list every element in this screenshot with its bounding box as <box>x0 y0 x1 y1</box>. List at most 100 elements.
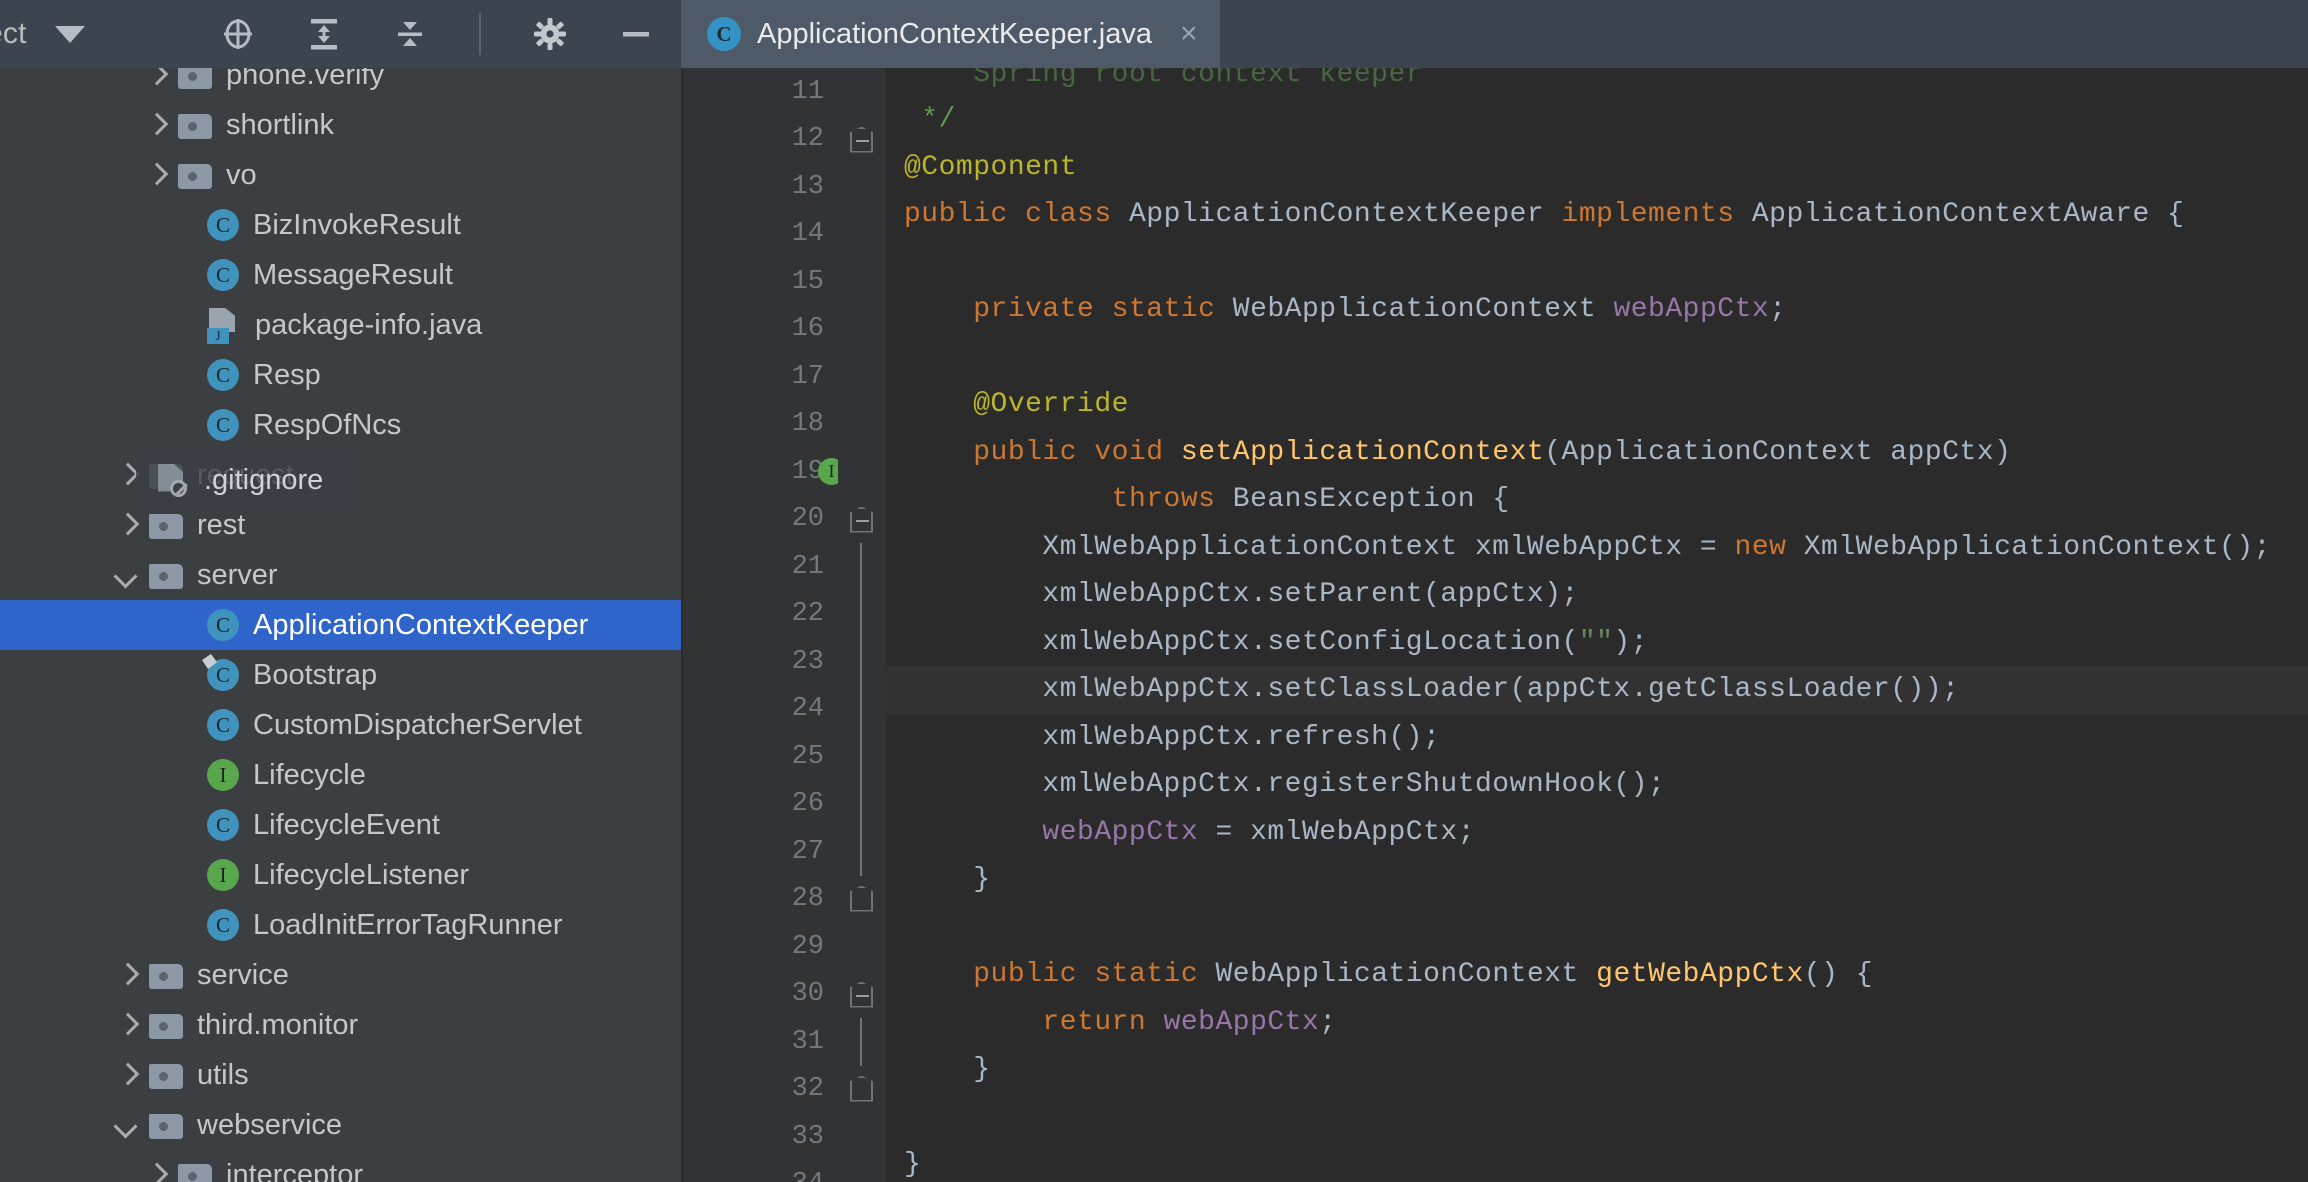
chevron-right-icon[interactable] <box>113 1062 139 1088</box>
tree-item[interactable]: C BizInvokeResult <box>0 200 681 250</box>
code-line[interactable]: throws BeansException { <box>886 476 2308 524</box>
fold-cell[interactable] <box>838 590 886 638</box>
fold-cell[interactable] <box>838 258 886 306</box>
project-tree[interactable]: phone.verify shortlink vo C BizInvokeResult C… <box>0 68 681 1182</box>
code-line[interactable]: return webAppCtx; <box>886 999 2308 1047</box>
fold-cell[interactable] <box>838 353 886 401</box>
tree-item[interactable]: service <box>0 950 681 1000</box>
close-icon[interactable]: × <box>1180 19 1198 49</box>
fold-cell[interactable] <box>838 780 886 828</box>
code-line[interactable]: public void setApplicationContext(Applic… <box>886 429 2308 477</box>
fold-collapse-icon[interactable] <box>850 126 873 153</box>
chevron-down-icon[interactable] <box>113 1112 139 1138</box>
fold-cell[interactable] <box>838 876 886 924</box>
tree-item[interactable]: C Bootstrap <box>0 650 681 700</box>
code-line[interactable]: xmlWebAppCtx.refresh(); <box>886 714 2308 762</box>
fold-cell[interactable] <box>838 1066 886 1114</box>
tree-item[interactable]: C CustomDispatcherServlet <box>0 700 681 750</box>
tree-item[interactable]: third.monitor <box>0 1000 681 1050</box>
fold-collapse-icon[interactable] <box>850 506 873 533</box>
chevron-right-icon[interactable] <box>142 68 168 88</box>
tree-item[interactable]: C MessageResult <box>0 250 681 300</box>
minimize-icon[interactable] <box>615 13 657 55</box>
chevron-right-icon[interactable] <box>142 162 168 188</box>
fold-cell[interactable] <box>838 448 886 496</box>
fold-region-end-icon[interactable] <box>850 1075 873 1102</box>
code-line[interactable]: @Override <box>886 381 2308 429</box>
locate-target-icon[interactable] <box>217 13 259 55</box>
fold-cell[interactable] <box>838 116 886 164</box>
code-line[interactable]: public static WebApplicationContext getW… <box>886 951 2308 999</box>
fold-cell[interactable] <box>838 923 886 971</box>
fold-cell[interactable] <box>838 685 886 733</box>
chevron-right-icon[interactable] <box>113 962 139 988</box>
fold-cell[interactable] <box>838 828 886 876</box>
fold-cell[interactable] <box>838 496 886 544</box>
chevron-right-icon[interactable] <box>142 1162 168 1182</box>
tree-item[interactable]: server <box>0 550 681 600</box>
tree-item[interactable]: I LifecycleListener <box>0 850 681 900</box>
fold-cell[interactable] <box>838 543 886 591</box>
tree-item[interactable]: C Resp <box>0 350 681 400</box>
editor-tab-active[interactable]: C ApplicationContextKeeper.java × <box>681 0 1220 68</box>
code-line[interactable] <box>886 239 2308 287</box>
code-line[interactable]: } <box>886 1141 2308 1182</box>
editor-scrollbar[interactable] <box>2298 68 2308 1182</box>
code-line[interactable]: } <box>886 1046 2308 1094</box>
expand-all-icon[interactable] <box>303 13 345 55</box>
fold-collapse-icon[interactable] <box>850 981 873 1008</box>
chevron-right-icon[interactable] <box>113 512 139 538</box>
fold-column[interactable] <box>838 68 886 1182</box>
editor-gutter[interactable]: 11 12 13 14 15 16 17 18 19 I 20 21 22 23 24 25 26 27 28 29 3… <box>683 68 862 1182</box>
tree-item[interactable]: I Lifecycle <box>0 750 681 800</box>
tree-item[interactable]: C RespOfNcs <box>0 400 681 450</box>
code-line[interactable]: xmlWebAppCtx.setClassLoader(appCtx.getCl… <box>886 666 2308 714</box>
chevron-down-icon[interactable] <box>54 25 85 43</box>
code-text-area[interactable]: Spring root context keeper */ @Component p… <box>886 68 2308 1182</box>
code-line[interactable]: xmlWebAppCtx.registerShutdownHook(); <box>886 761 2308 809</box>
fold-region-end-icon[interactable] <box>850 885 873 912</box>
fold-cell[interactable] <box>838 638 886 686</box>
fold-cell[interactable] <box>838 306 886 354</box>
code-line[interactable]: } <box>886 856 2308 904</box>
code-line[interactable]: xmlWebAppCtx.setConfigLocation(""); <box>886 619 2308 667</box>
tree-item[interactable]: shortlink <box>0 100 681 150</box>
chevron-down-icon[interactable] <box>113 562 139 588</box>
tree-item[interactable]: interceptor <box>0 1150 681 1182</box>
code-line[interactable]: XmlWebApplicationContext xmlWebAppCtx = … <box>886 524 2308 572</box>
code-line[interactable]: xmlWebAppCtx.setParent(appCtx); <box>886 571 2308 619</box>
fold-cell[interactable] <box>838 1113 886 1161</box>
fold-cell[interactable] <box>838 401 886 449</box>
code-line[interactable]: @Component <box>886 144 2308 192</box>
fold-cell[interactable] <box>838 163 886 211</box>
collapse-all-icon[interactable] <box>389 13 431 55</box>
tree-item[interactable]: C LifecycleEvent <box>0 800 681 850</box>
code-line[interactable]: public class ApplicationContextKeeper im… <box>886 191 2308 239</box>
settings-gear-icon[interactable] <box>529 13 571 55</box>
chevron-right-icon[interactable] <box>113 1012 139 1038</box>
code-line[interactable]: Spring root context keeper <box>886 68 2308 96</box>
chevron-right-icon[interactable] <box>142 112 168 138</box>
code-line[interactable]: */ <box>886 96 2308 144</box>
tree-item-selected[interactable]: C ApplicationContextKeeper <box>0 600 681 650</box>
code-line[interactable]: webAppCtx = xmlWebAppCtx; <box>886 809 2308 857</box>
code-line[interactable] <box>886 1094 2308 1142</box>
tree-item[interactable]: webservice <box>0 1100 681 1150</box>
tree-item[interactable]: C LoadInitErrorTagRunner <box>0 900 681 950</box>
code-editor[interactable]: 11 12 13 14 15 16 17 18 19 I 20 21 22 23 24 25 26 27 28 29 3… <box>683 68 2308 1182</box>
fold-cell[interactable] <box>838 1018 886 1066</box>
code-line[interactable]: private static WebApplicationContext web… <box>886 286 2308 334</box>
fold-cell[interactable] <box>838 211 886 259</box>
fold-cell[interactable] <box>838 68 886 116</box>
tree-item[interactable]: utils <box>0 1050 681 1100</box>
fold-cell[interactable] <box>838 1161 886 1182</box>
chevron-right-icon[interactable] <box>113 462 139 488</box>
tree-item[interactable]: rest <box>0 500 681 550</box>
fold-cell[interactable] <box>838 971 886 1019</box>
tree-item[interactable]: phone.verify <box>0 68 681 100</box>
code-line[interactable] <box>886 334 2308 382</box>
fold-cell[interactable] <box>838 733 886 781</box>
tree-item[interactable]: request <box>0 450 681 500</box>
tree-item[interactable]: Jpackage-info.java <box>0 300 681 350</box>
tree-item[interactable]: vo <box>0 150 681 200</box>
